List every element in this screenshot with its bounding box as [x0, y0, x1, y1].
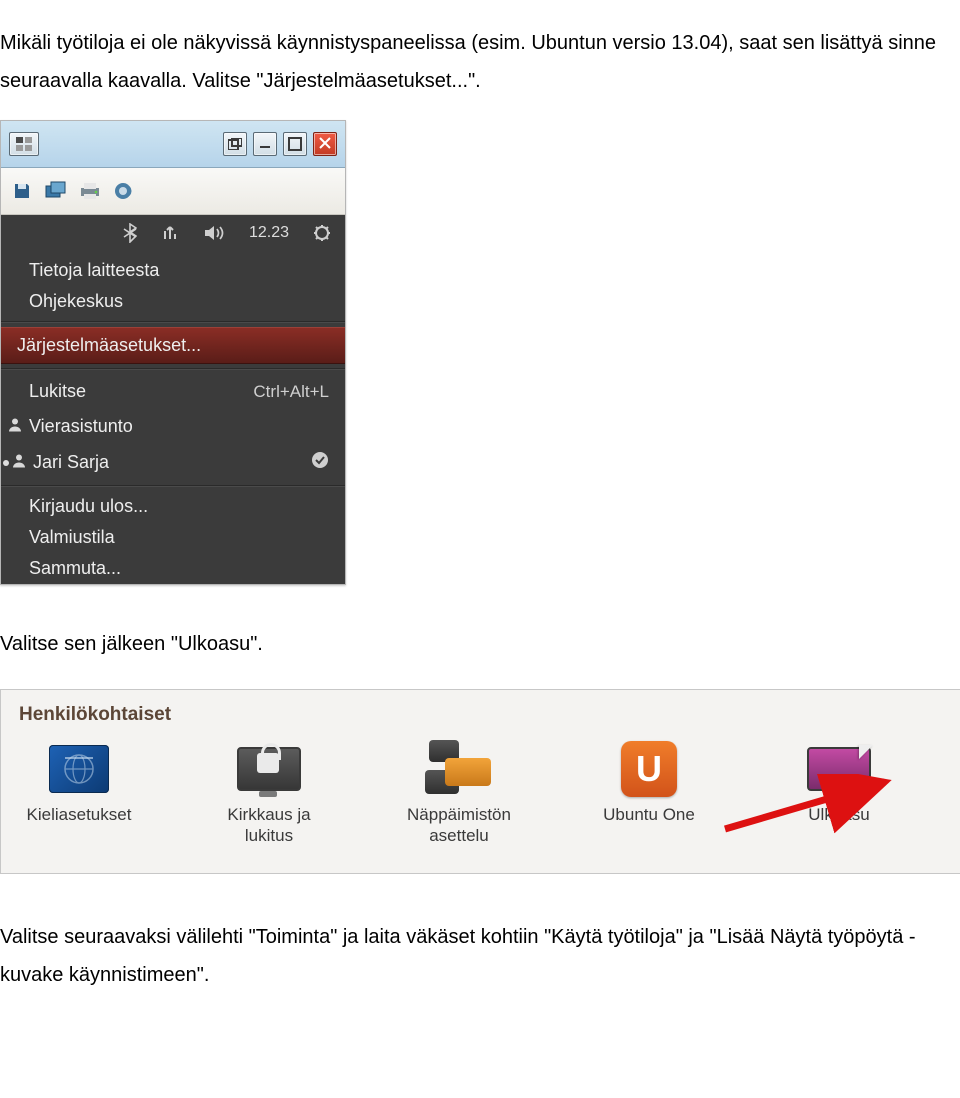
- active-dot-icon: [3, 460, 9, 466]
- power-cog-icon[interactable]: [313, 224, 331, 242]
- menu-item-user[interactable]: Jari Sarja: [1, 444, 345, 481]
- menu-separator: [1, 368, 345, 370]
- menu-item-logout[interactable]: Kirjaudu ulos...: [1, 491, 345, 522]
- menu-item-system-settings[interactable]: Järjestelmäasetukset...: [1, 327, 345, 364]
- maximize-button[interactable]: [283, 132, 307, 156]
- titlebar-left-group: [9, 132, 39, 156]
- outro-paragraph: Valitse seuraavaksi välilehti "Toiminta"…: [0, 894, 960, 994]
- app-label: Näppäimistön asettelu: [399, 804, 519, 847]
- person-icon: [11, 452, 27, 473]
- after-shot1-paragraph: Valitse sen jälkeen "Ulkoasu".: [0, 605, 960, 669]
- checkmark-icon: [311, 451, 329, 474]
- app-label: Ubuntu One: [603, 804, 695, 825]
- app-label: Ulkoasu: [808, 804, 869, 825]
- menu-label: Sammuta...: [29, 558, 121, 579]
- system-menu-screenshot: 12.23 Tietoja laitteesta Ohjekeskus Järj…: [0, 120, 346, 585]
- menu-item-lock[interactable]: Lukitse Ctrl+Alt+L: [1, 374, 345, 409]
- app-label: Kieliasetukset: [27, 804, 132, 825]
- intro-paragraph: Mikäli työtiloja ei ole näkyvissä käynni…: [0, 20, 960, 100]
- app-label: Kirkkaus ja lukitus: [209, 804, 329, 847]
- monitor-lock-icon: [237, 747, 301, 791]
- shortcut-text: Ctrl+Alt+L: [253, 382, 329, 402]
- menu-label: Järjestelmäasetukset...: [17, 335, 201, 356]
- network-icon[interactable]: [161, 224, 179, 242]
- close-button[interactable]: [313, 132, 337, 156]
- menu-label: Ohjekeskus: [29, 291, 123, 312]
- appearance-icon: [807, 747, 871, 791]
- system-dropdown-menu: 12.23 Tietoja laitteesta Ohjekeskus Järj…: [1, 215, 345, 584]
- panel-heading: Henkilökohtaiset: [19, 704, 959, 726]
- menu-label: Kirjaudu ulos...: [29, 496, 148, 517]
- personal-settings-panel: Henkilökohtaiset Kieliasetukset Kirkkaus…: [0, 689, 960, 874]
- app-appearance[interactable]: Ulkoasu: [779, 740, 899, 825]
- clock-text[interactable]: 12.23: [249, 224, 289, 242]
- menu-item-help[interactable]: Ohjekeskus: [1, 286, 345, 317]
- app-ubuntu-one[interactable]: U Ubuntu One: [589, 740, 709, 825]
- menu-label: Vierasistunto: [29, 416, 133, 437]
- app-keyboard[interactable]: Näppäimistön asettelu: [399, 740, 519, 847]
- app-brightness-lock[interactable]: Kirkkaus ja lukitus: [209, 740, 329, 847]
- extra-window-icon[interactable]: [223, 132, 247, 156]
- ubuntu-one-icon: U: [621, 741, 677, 797]
- save-icon[interactable]: [11, 180, 33, 202]
- menu-label: Valmiustila: [29, 527, 115, 548]
- menu-item-shutdown[interactable]: Sammuta...: [1, 553, 345, 584]
- app-toolbar: [1, 168, 345, 215]
- menu-label: Lukitse: [29, 381, 86, 402]
- printer-icon[interactable]: [79, 180, 101, 202]
- window-stack-icon[interactable]: [45, 180, 67, 202]
- volume-icon[interactable]: [203, 224, 225, 242]
- menu-item-about[interactable]: Tietoja laitteesta: [1, 255, 345, 286]
- menu-separator: [1, 321, 345, 323]
- bluetooth-icon[interactable]: [123, 223, 137, 243]
- indicator-tray: 12.23: [1, 215, 345, 255]
- minimize-button[interactable]: [253, 132, 277, 156]
- keyboard-layout-icon: [425, 740, 493, 798]
- menu-item-suspend[interactable]: Valmiustila: [1, 522, 345, 553]
- menu-item-guest[interactable]: Vierasistunto: [1, 409, 345, 444]
- app-language[interactable]: Kieliasetukset: [19, 740, 139, 825]
- menu-separator: [1, 485, 345, 487]
- menu-label: Jari Sarja: [33, 452, 109, 473]
- speaker-icon[interactable]: [113, 180, 135, 202]
- globe-icon: [49, 745, 109, 793]
- menu-label: Tietoja laitteesta: [29, 260, 159, 281]
- person-icon: [7, 416, 23, 437]
- workspace-switcher-icon[interactable]: [9, 132, 39, 156]
- window-titlebar: [1, 121, 345, 168]
- apps-row: Kieliasetukset Kirkkaus ja lukitus Näppä…: [19, 740, 959, 847]
